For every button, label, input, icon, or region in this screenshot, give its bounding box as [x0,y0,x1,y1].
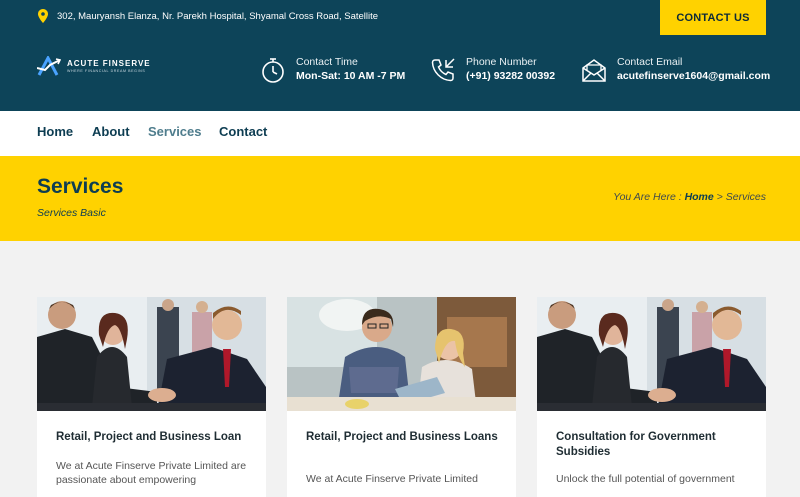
service-card[interactable]: Retail, Project and Business Loan We at … [37,297,266,497]
breadcrumb-separator: > [716,191,723,203]
nav-item-contact[interactable]: Contact [219,124,267,139]
logo-mark-icon [37,56,61,76]
service-card[interactable]: Retail, Project and Business Loans We at… [287,297,516,497]
logo-name: ACUTE FINSERVE [67,58,151,68]
email-value[interactable]: acutefinserve1604@gmail.com [617,69,770,84]
page-subtitle: Services Basic [37,207,106,219]
breadcrumb-home-link[interactable]: Home [685,191,714,203]
email-label: Contact Email [617,56,683,68]
nav-item-home[interactable]: Home [37,124,73,139]
card-title: Retail, Project and Business Loans [306,431,498,443]
phone-block: Phone Number (+91) 93282 00392 [430,55,555,84]
top-header: 302, Mauryansh Elanza, Nr. Parekh Hospit… [0,0,800,111]
contact-time-block: Contact Time Mon-Sat: 10 AM -7 PM [260,55,405,84]
phone-value[interactable]: (+91) 93282 00392 [466,69,555,84]
address-text: 302, Mauryansh Elanza, Nr. Parekh Hospit… [57,10,379,22]
logo-tagline: WHERE FINANCIAL DREAM BEGINS [67,68,146,73]
envelope-icon [582,58,606,82]
page-banner: Services Services Basic You Are Here : H… [0,156,800,241]
nav-item-services[interactable]: Services [148,124,202,139]
card-title: Consultation for Government Subsidies [556,431,716,458]
card-text: We at Acute Finserve Private Limited are… [56,460,247,486]
card-title: Retail, Project and Business Loan [56,431,242,443]
phone-icon [431,57,455,81]
email-block: Contact Email acutefinserve1604@gmail.co… [581,55,770,84]
nav-item-about[interactable]: About [92,124,130,139]
main-nav: Home About Services Contact [0,111,800,156]
handshake-photo [537,297,766,411]
breadcrumb: You Are Here : Home > Services [613,191,766,203]
address-block: 302, Mauryansh Elanza, Nr. Parekh Hospit… [38,9,378,23]
handshake-photo [37,297,266,411]
contact-time-label: Contact Time [296,56,358,68]
service-card[interactable]: Consultation for Government Subsidies Un… [537,297,766,497]
contact-us-button[interactable]: CONTACT US [660,0,766,35]
breadcrumb-current: Services [725,191,766,203]
meeting-photo [287,297,516,411]
page-title: Services [37,175,124,198]
contact-time-value: Mon-Sat: 10 AM -7 PM [296,70,406,82]
location-pin-icon [38,9,48,23]
card-text: Unlock the full potential of government [556,473,735,485]
stopwatch-icon [262,57,284,83]
card-text: We at Acute Finserve Private Limited [306,473,478,485]
logo[interactable]: ACUTE FINSERVE WHERE FINANCIAL DREAM BEG… [37,56,151,76]
breadcrumb-prefix: You Are Here : [613,191,682,203]
phone-label: Phone Number [466,56,537,68]
